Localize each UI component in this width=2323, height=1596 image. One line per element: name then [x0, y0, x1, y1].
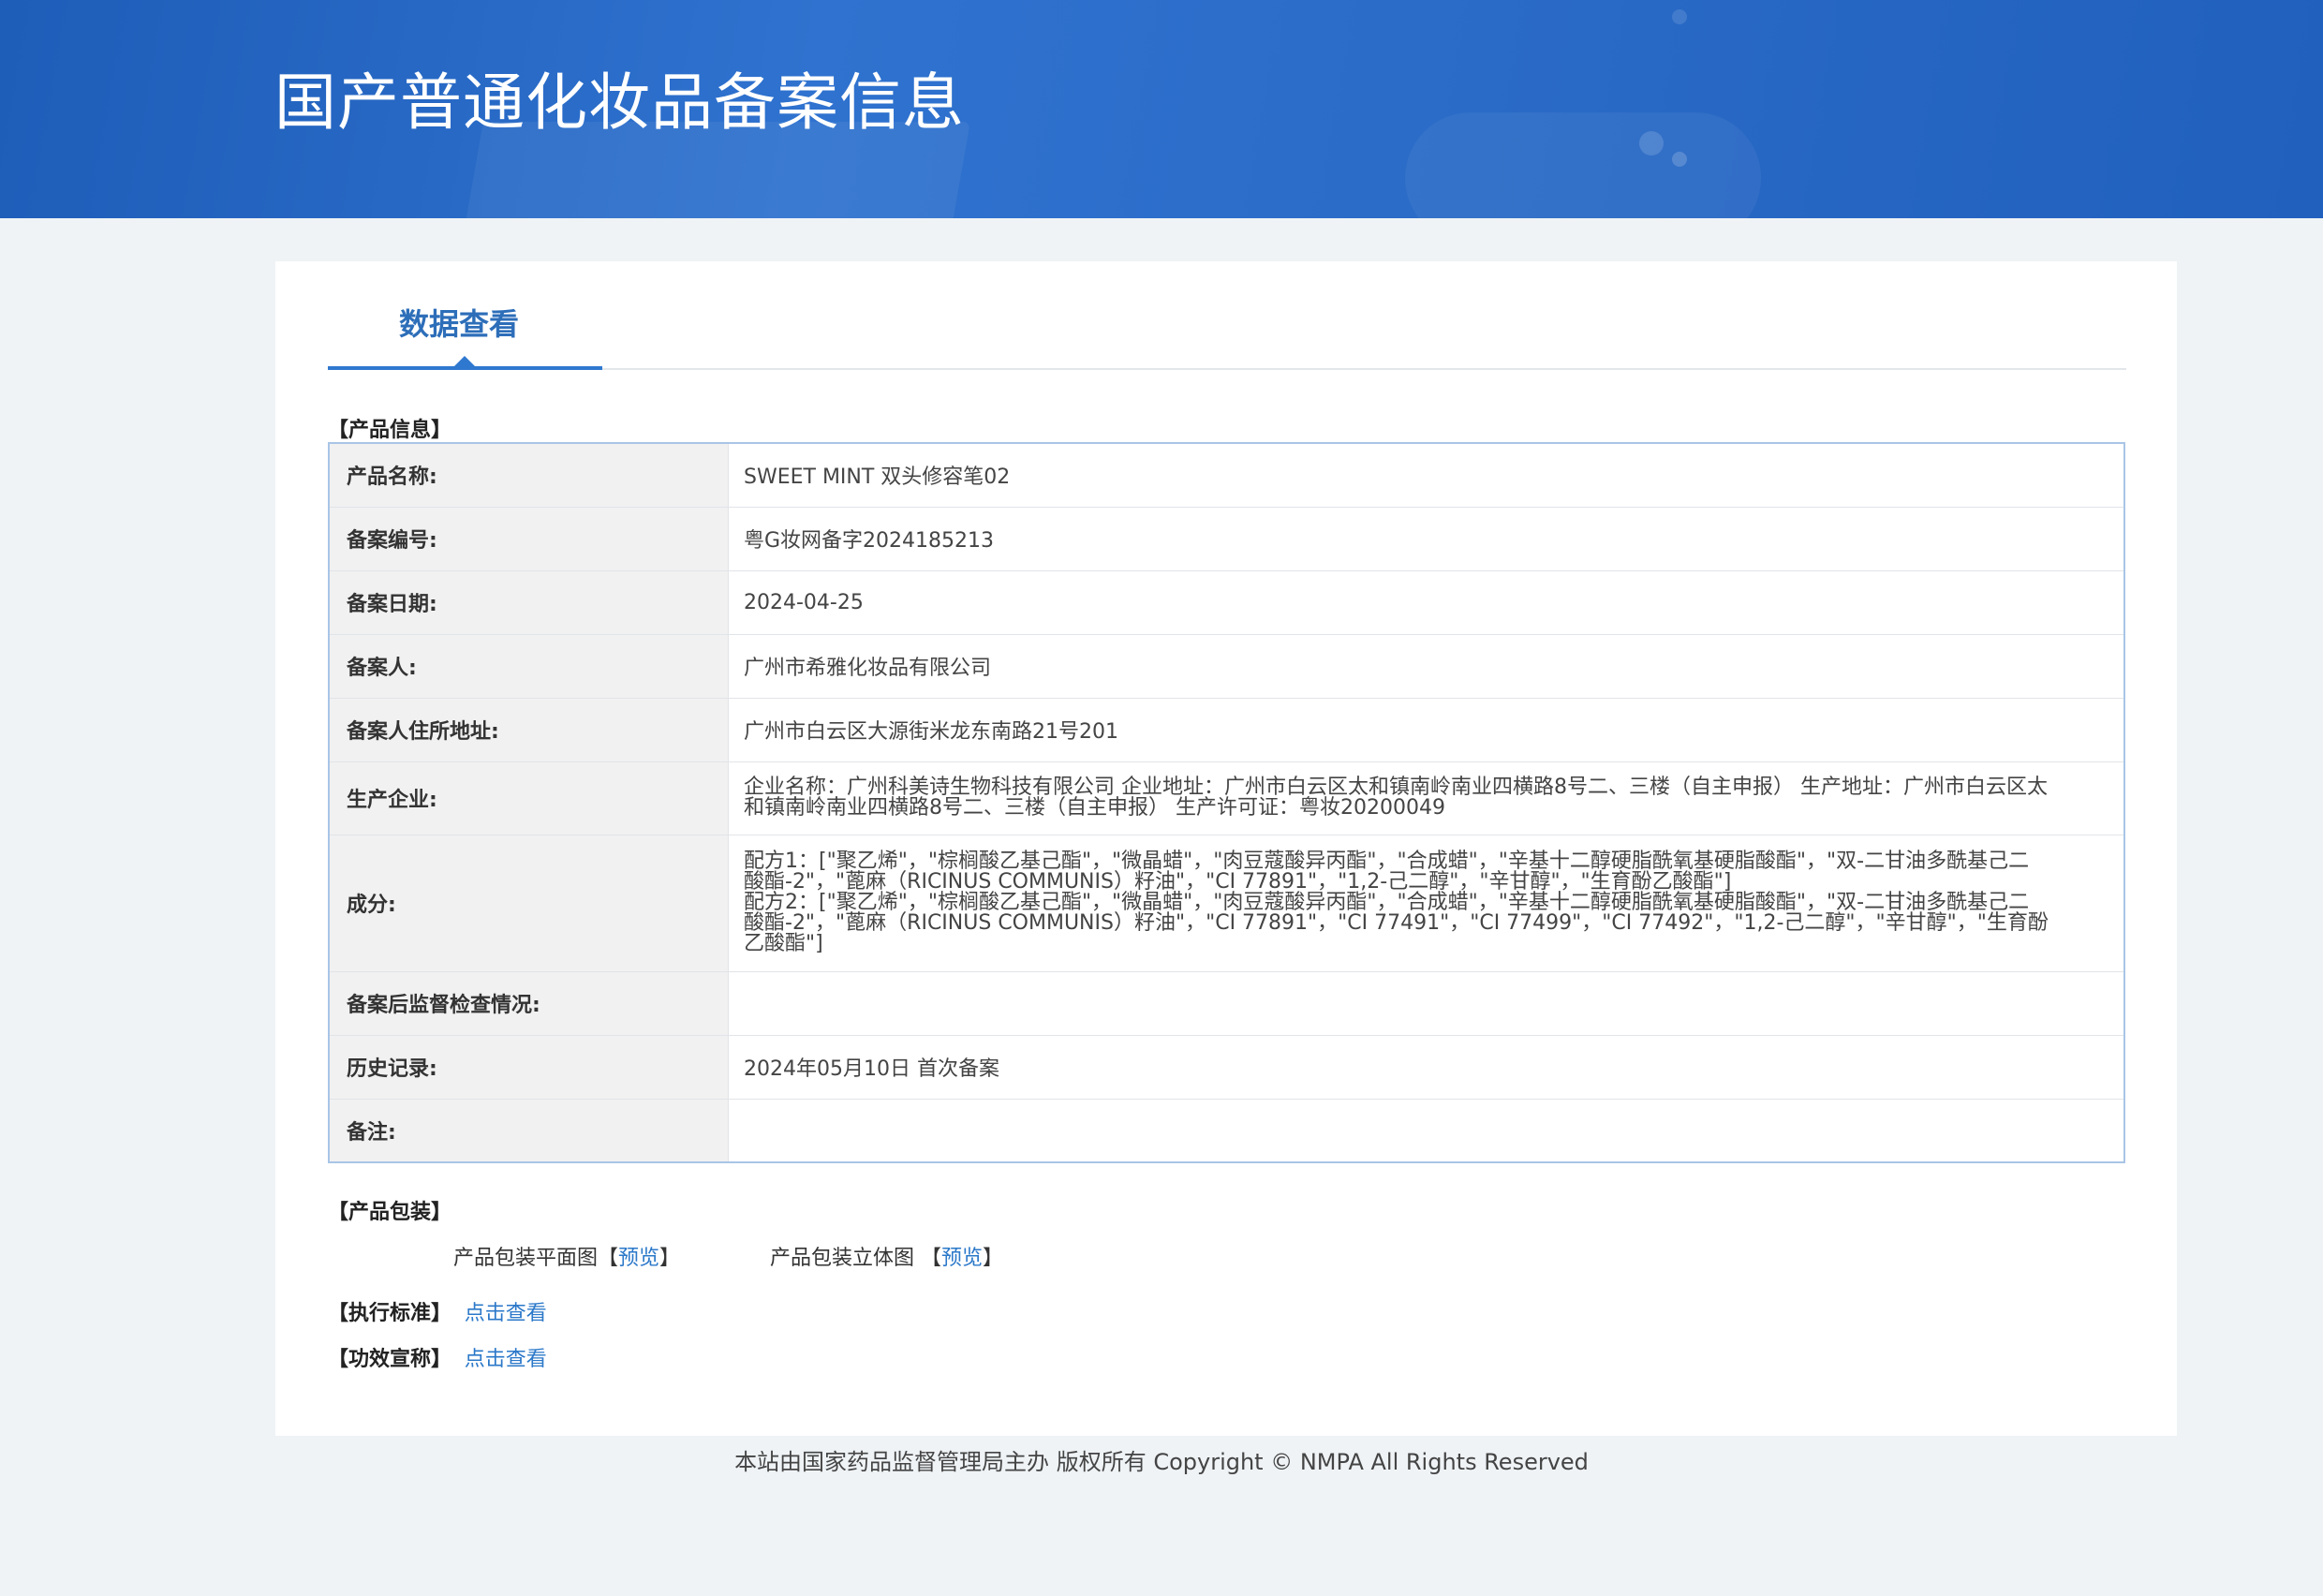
table-row: 备注: [329, 1099, 2124, 1163]
bracket: 】 [659, 1247, 681, 1270]
efficacy-row: 【功效宣称】 点击查看 [328, 1342, 547, 1372]
row-label: 备案编号: [329, 507, 729, 571]
banner-decoration [1672, 9, 1687, 24]
row-label: 产品名称: [329, 443, 729, 508]
row-label: 成分: [329, 835, 729, 972]
filer-address-value: 广州市白云区大源街米龙东南路21号201 [728, 698, 2124, 762]
product-info-heading: 【产品信息】 [328, 419, 452, 442]
remarks-value [728, 1099, 2124, 1163]
content-panel: 数据查看 【产品信息】 产品名称: SWEET MINT 双头修容笔02 备案编… [275, 261, 2177, 1436]
banner-decoration [1405, 112, 1761, 218]
row-label: 备注: [329, 1099, 729, 1163]
table-row: 备案后监督检查情况: [329, 971, 2124, 1036]
efficacy-view-link[interactable]: 点击查看 [465, 1348, 547, 1371]
package-solid-row: 产品包装立体图 【预览】 [770, 1241, 1003, 1271]
table-row: 成分: 配方1：["聚乙烯"，"棕榈酸乙基己酯"，"微晶蜡"，"肉豆蔻酸异丙酯"… [329, 835, 2124, 972]
footer-copyright: 本站由国家药品监督管理局主办 版权所有 Copyright © NMPA All… [734, 1449, 1589, 1475]
table-row: 备案人住所地址: 广州市白云区大源街米龙东南路21号201 [329, 698, 2124, 762]
standard-view-link[interactable]: 点击查看 [465, 1302, 547, 1325]
filing-number-value: 粤G妆网备字2024185213 [728, 507, 2124, 571]
header-banner: 国产普通化妆品备案信息 [0, 0, 2323, 218]
table-row: 历史记录: 2024年05月10日 首次备案 [329, 1035, 2124, 1100]
history-value: 2024年05月10日 首次备案 [728, 1035, 2124, 1100]
bracket: 【 [598, 1247, 619, 1270]
table-row: 备案编号: 粤G妆网备字2024185213 [329, 507, 2124, 571]
package-flat-row: 产品包装平面图【预览】 [453, 1241, 680, 1271]
row-label: 备案人: [329, 634, 729, 699]
row-label: 备案日期: [329, 570, 729, 635]
table-row: 产品名称: SWEET MINT 双头修容笔02 [329, 443, 2124, 508]
formula-1: 配方1：["聚乙烯"，"棕榈酸乙基己酯"，"微晶蜡"，"肉豆蔻酸异丙酯"，"合成… [744, 850, 2030, 894]
table-row: 生产企业: 企业名称：广州科美诗生物科技有限公司 企业地址：广州市白云区太和镇南… [329, 761, 2124, 835]
row-label: 备案人住所地址: [329, 698, 729, 762]
manufacturer-value: 企业名称：广州科美诗生物科技有限公司 企业地址：广州市白云区太和镇南岭南业四横路… [728, 761, 2124, 835]
standard-row: 【执行标准】 点击查看 [328, 1296, 547, 1326]
filing-date-value: 2024-04-25 [728, 570, 2124, 635]
standard-heading: 【执行标准】 [328, 1302, 452, 1325]
banner-decoration [1639, 131, 1664, 155]
row-label: 历史记录: [329, 1035, 729, 1100]
bracket: 】 [983, 1247, 1004, 1270]
inspection-value [728, 971, 2124, 1036]
banner-decoration [1672, 152, 1687, 167]
ingredients-value: 配方1：["聚乙烯"，"棕榈酸乙基己酯"，"微晶蜡"，"肉豆蔻酸异丙酯"，"合成… [728, 835, 2124, 972]
package-solid-preview-link[interactable]: 预览 [941, 1247, 983, 1270]
table-row: 备案日期: 2024-04-25 [329, 570, 2124, 635]
row-label: 生产企业: [329, 761, 729, 835]
package-flat-preview-link[interactable]: 预览 [618, 1247, 659, 1270]
tab-data-view[interactable]: 数据查看 [399, 301, 519, 344]
page-title: 国产普通化妆品备案信息 [274, 66, 965, 139]
package-flat-label: 产品包装平面图 [453, 1247, 599, 1270]
packaging-heading: 【产品包装】 [328, 1201, 452, 1224]
product-info-table: 产品名称: SWEET MINT 双头修容笔02 备案编号: 粤G妆网备字202… [328, 442, 2125, 1163]
formula-2: 配方2：["聚乙烯"，"棕榈酸乙基己酯"，"微晶蜡"，"肉豆蔻酸异丙酯"，"合成… [744, 891, 2049, 955]
tab-caret-icon [453, 356, 476, 367]
table-row: 备案人: 广州市希雅化妆品有限公司 [329, 634, 2124, 699]
efficacy-heading: 【功效宣称】 [328, 1348, 452, 1371]
filer-value: 广州市希雅化妆品有限公司 [728, 634, 2124, 699]
bracket: 【 [921, 1247, 942, 1270]
product-name-value: SWEET MINT 双头修容笔02 [728, 443, 2124, 508]
row-label: 备案后监督检查情况: [329, 971, 729, 1036]
package-solid-label: 产品包装立体图 [770, 1247, 915, 1270]
